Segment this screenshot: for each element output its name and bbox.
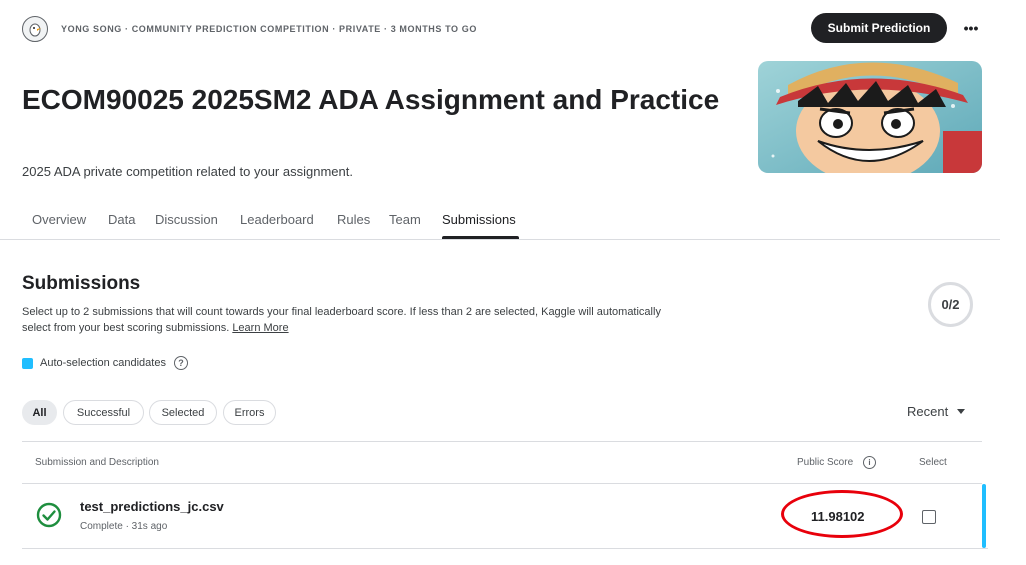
host-avatar-icon[interactable] (22, 16, 48, 42)
caret-down-icon (957, 409, 966, 414)
tab-submissions[interactable]: Submissions (442, 212, 516, 227)
competition-meta: YONG SONG · COMMUNITY PREDICTION COMPETI… (61, 24, 477, 34)
auto-selection-legend: Auto-selection candidates ? (22, 355, 188, 371)
auto-selection-indicator (982, 484, 986, 548)
competition-tabs: Overview Data Discussion Leaderboard Rul… (0, 200, 1000, 240)
auto-selection-label: Auto-selection candidates (40, 357, 166, 369)
submissions-description-text: Select up to 2 submissions that will cou… (22, 306, 661, 334)
tab-team[interactable]: Team (389, 212, 421, 227)
sort-label: Recent (907, 404, 949, 419)
help-icon[interactable]: ? (173, 356, 188, 370)
submissions-description: Select up to 2 submissions that will cou… (22, 304, 682, 336)
tab-leaderboard[interactable]: Leaderboard (240, 212, 314, 227)
info-icon[interactable]: i (863, 456, 876, 469)
filter-selected-chip[interactable]: Selected (149, 400, 217, 425)
more-options-icon[interactable]: ••• (960, 13, 982, 43)
sort-dropdown[interactable]: Recent (907, 404, 966, 419)
submission-file-name[interactable]: test_predictions_jc.csv (80, 499, 224, 514)
learn-more-link[interactable]: Learn More (232, 322, 288, 334)
competition-banner-image (758, 61, 982, 173)
column-header-select: Select (919, 457, 947, 468)
auto-selection-swatch (22, 357, 33, 369)
competition-subtitle: 2025 ADA private competition related to … (22, 164, 353, 179)
tab-data[interactable]: Data (108, 212, 135, 227)
filter-successful-chip[interactable]: Successful (63, 400, 144, 425)
top-bar: YONG SONG · COMMUNITY PREDICTION COMPETI… (0, 0, 1026, 56)
active-tab-indicator (442, 236, 519, 239)
check-circle-icon (36, 502, 62, 528)
submission-status-meta: Complete · 31s ago (80, 521, 168, 532)
select-submission-checkbox[interactable] (922, 510, 936, 524)
tab-rules[interactable]: Rules (337, 212, 370, 227)
tab-discussion[interactable]: Discussion (155, 212, 218, 227)
column-header-public-score: Public Score (797, 457, 854, 468)
submit-prediction-button[interactable]: Submit Prediction (811, 13, 947, 43)
column-header-description: Submission and Description (35, 457, 159, 468)
tab-overview[interactable]: Overview (32, 212, 86, 227)
filter-errors-chip[interactable]: Errors (223, 400, 276, 425)
filter-all-chip[interactable]: All (22, 400, 57, 425)
public-score-value: 11.98102 (811, 509, 865, 524)
selection-counter: 0/2 (928, 282, 973, 327)
submissions-table-header: Submission and Description Public Score … (22, 441, 982, 484)
submissions-heading: Submissions (22, 273, 141, 294)
table-row[interactable]: test_predictions_jc.csv Complete · 31s a… (22, 484, 988, 549)
competition-title: ECOM90025 2025SM2 ADA Assignment and Pra… (22, 84, 720, 115)
